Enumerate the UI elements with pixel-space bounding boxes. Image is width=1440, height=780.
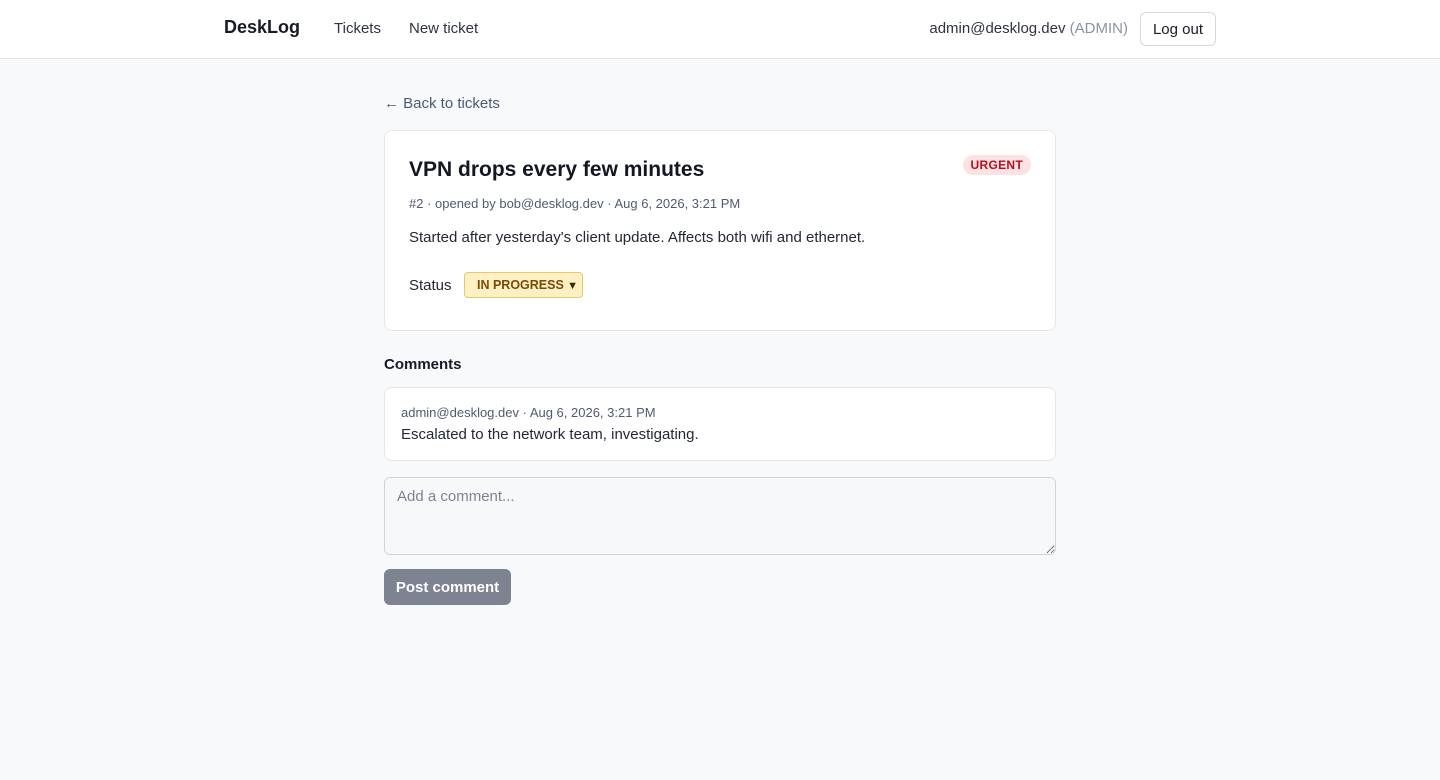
nav-new-ticket-link[interactable]: New ticket bbox=[409, 20, 478, 37]
user-role: (ADMIN) bbox=[1069, 20, 1128, 37]
ticket-meta: #2 · opened by bob@desklog.dev · Aug 6, … bbox=[409, 196, 741, 211]
comment-meta: admin@desklog.dev · Aug 6, 2026, 3:21 PM bbox=[401, 405, 656, 420]
comment-item: admin@desklog.dev · Aug 6, 2026, 3:21 PM… bbox=[384, 387, 1056, 461]
user-email: admin@desklog.dev bbox=[929, 20, 1066, 37]
back-to-tickets-link[interactable]: ← Back to tickets bbox=[384, 95, 500, 112]
priority-badge: URGENT bbox=[962, 155, 1031, 175]
status-value: IN PROGRESS bbox=[477, 278, 564, 292]
status-select[interactable]: IN PROGRESS ▼ bbox=[464, 272, 583, 298]
comments-heading: Comments bbox=[384, 356, 462, 373]
ticket-description: Started after yesterday's client update.… bbox=[409, 229, 866, 246]
ticket-title: VPN drops every few minutes bbox=[409, 158, 705, 181]
nav-tickets-link[interactable]: Tickets bbox=[334, 20, 381, 37]
logout-button[interactable]: Log out bbox=[1140, 12, 1216, 46]
ticket-card: VPN drops every few minutes URGENT #2 · … bbox=[384, 130, 1056, 331]
comment-input[interactable] bbox=[384, 477, 1056, 555]
top-navbar: DeskLog Tickets New ticket admin@desklog… bbox=[0, 0, 1440, 59]
brand-logo[interactable]: DeskLog bbox=[224, 17, 300, 38]
comment-body: Escalated to the network team, investiga… bbox=[401, 426, 699, 443]
post-comment-button[interactable]: Post comment bbox=[384, 569, 511, 605]
chevron-down-icon: ▼ bbox=[567, 280, 578, 292]
status-label: Status bbox=[409, 277, 452, 294]
current-user: admin@desklog.dev (ADMIN) bbox=[929, 20, 1128, 37]
